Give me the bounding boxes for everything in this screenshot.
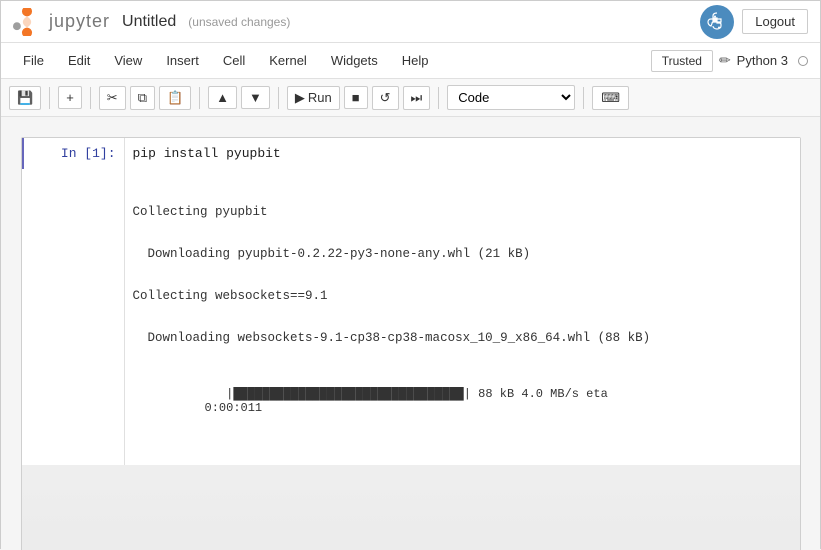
input-prompt: In [1]:: [24, 138, 124, 169]
notebook-area: In [1]: pip install pyupbit Collecting p…: [1, 117, 820, 550]
titlebar-right: Logout: [700, 5, 808, 39]
edit-pencil-icon[interactable]: ✏: [719, 52, 731, 69]
fast-forward-button[interactable]: ⏭: [403, 86, 431, 110]
move-up-icon: ▲: [216, 90, 229, 105]
copy-button[interactable]: ⧉: [130, 86, 155, 110]
toolbar: 💾 + ✂ ⧉ 📋 ▲ ▼ ▶ Run ■ ↺ ⏭ Code Markdown …: [1, 79, 820, 117]
output-area: Collecting pyupbit Downloading pyupbit-0…: [22, 169, 800, 465]
output-prompt: [24, 169, 124, 185]
toolbar-separator-2: [90, 87, 91, 109]
toolbar-separator-4: [278, 87, 279, 109]
collecting-pyupbit-line: Collecting pyupbit: [133, 205, 792, 219]
move-up-button[interactable]: ▲: [208, 86, 237, 109]
titlebar: jupyter Untitled (unsaved changes) Logou…: [1, 1, 820, 43]
keyboard-shortcuts-button[interactable]: ⌨: [592, 86, 629, 110]
menu-cell[interactable]: Cell: [213, 49, 255, 72]
paste-icon: 📋: [167, 90, 183, 106]
cell-type-dropdown[interactable]: Code Markdown Raw NBConvert: [447, 85, 575, 110]
kernel-name: Python 3: [737, 53, 788, 68]
cell-container: In [1]: pip install pyupbit Collecting p…: [21, 137, 801, 550]
menu-insert[interactable]: Insert: [156, 49, 209, 72]
titlebar-left: jupyter Untitled (unsaved changes): [13, 8, 290, 36]
menubar-right: Trusted ✏ Python 3: [651, 50, 808, 72]
downloading-pyupbit-line: Downloading pyupbit-0.2.22-py3-none-any.…: [133, 247, 792, 261]
menu-kernel[interactable]: Kernel: [259, 49, 317, 72]
refresh-button[interactable]: ↺: [372, 86, 399, 110]
blurred-output-area: [22, 465, 800, 550]
eta-time: 0:00:011: [205, 401, 263, 415]
progress-bar-text: |████████████████████████████████| 88 kB…: [205, 387, 608, 401]
input-cell[interactable]: In [1]: pip install pyupbit: [22, 138, 800, 169]
toolbar-separator-3: [199, 87, 200, 109]
keyboard-icon: ⌨: [601, 90, 620, 106]
python-logo-icon: [700, 5, 734, 39]
code-input[interactable]: pip install pyupbit: [124, 138, 800, 169]
jupyter-logo-icon: [13, 8, 41, 36]
paste-button[interactable]: 📋: [159, 86, 191, 110]
stop-icon: ■: [352, 90, 360, 105]
add-cell-button[interactable]: +: [58, 86, 82, 109]
move-down-icon: ▼: [249, 90, 262, 105]
move-down-button[interactable]: ▼: [241, 86, 270, 109]
copy-icon: ⧉: [138, 90, 147, 106]
kernel-status-icon: [798, 56, 808, 66]
logout-button[interactable]: Logout: [742, 9, 808, 34]
notebook-title[interactable]: Untitled: [122, 13, 176, 31]
collecting-websockets-line: Collecting websockets==9.1: [133, 289, 792, 303]
run-button[interactable]: ▶ Run: [287, 86, 340, 110]
run-triangle-icon: ▶: [295, 90, 305, 106]
menu-view[interactable]: View: [104, 49, 152, 72]
menu-widgets[interactable]: Widgets: [321, 49, 388, 72]
menu-file[interactable]: File: [13, 49, 54, 72]
fast-forward-icon: ⏭: [411, 90, 423, 106]
menu-edit[interactable]: Edit: [58, 49, 100, 72]
add-icon: +: [66, 90, 74, 105]
progress-bar-area: |████████████████████████████████| 88 kB…: [133, 373, 792, 429]
toolbar-separator-5: [438, 87, 439, 109]
trusted-button[interactable]: Trusted: [651, 50, 713, 72]
toolbar-separator-6: [583, 87, 584, 109]
stop-button[interactable]: ■: [344, 86, 368, 109]
cut-button[interactable]: ✂: [99, 86, 126, 110]
menubar: File Edit View Insert Cell Kernel Widget…: [1, 43, 820, 79]
run-label: Run: [308, 90, 332, 105]
cut-icon: ✂: [107, 90, 118, 106]
save-button[interactable]: 💾: [9, 86, 41, 110]
jupyter-wordmark: jupyter: [49, 11, 110, 32]
refresh-icon: ↺: [380, 90, 391, 106]
output-content: Collecting pyupbit Downloading pyupbit-0…: [124, 169, 800, 465]
toolbar-separator-1: [49, 87, 50, 109]
downloading-websockets-line: Downloading websockets-9.1-cp38-cp38-mac…: [133, 331, 792, 345]
save-icon: 💾: [17, 90, 33, 106]
menubar-left: File Edit View Insert Cell Kernel Widget…: [13, 49, 439, 72]
unsaved-indicator: (unsaved changes): [188, 15, 290, 29]
menu-help[interactable]: Help: [392, 49, 439, 72]
